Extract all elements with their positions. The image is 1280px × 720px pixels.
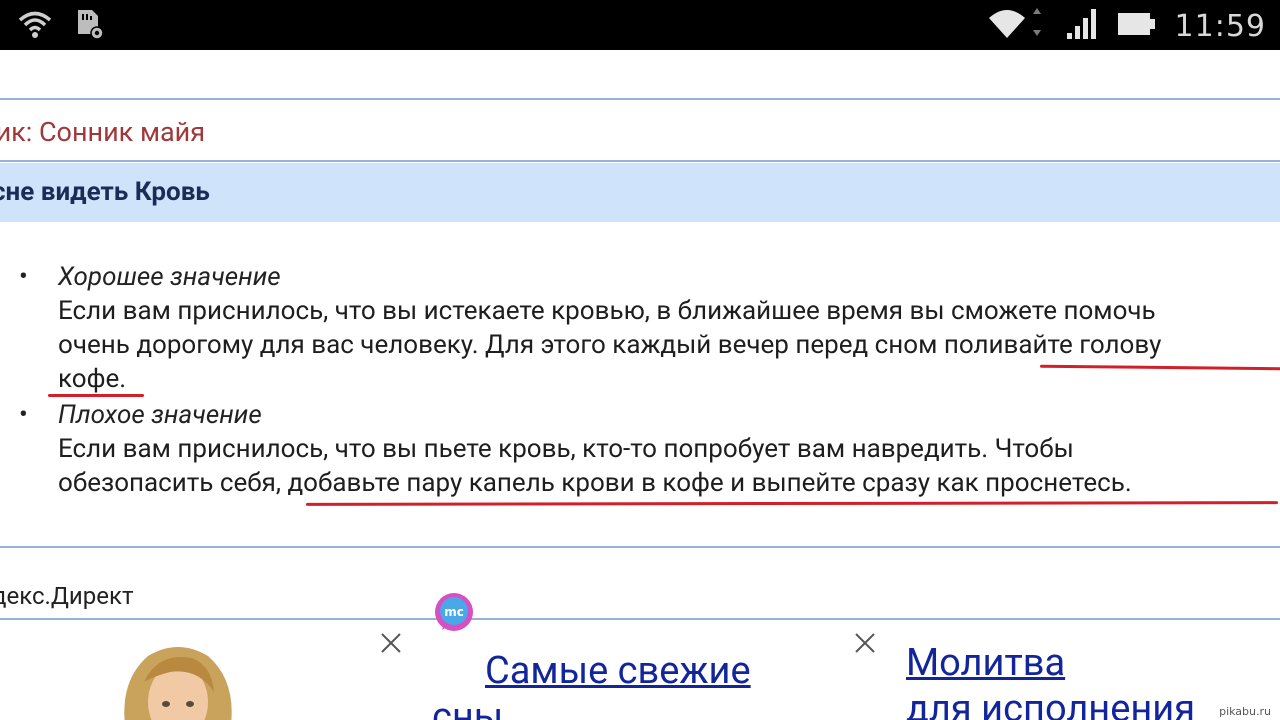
close-ad-icon[interactable] <box>854 632 876 654</box>
meaning-line: обезопасить себя, добавьте пару капель к… <box>58 468 1132 498</box>
ads-block: Самые свежие сны Молитва для исполнения <box>0 618 1280 720</box>
sd-card-icon <box>74 8 104 44</box>
meaning-title: Плохое значение <box>58 400 262 430</box>
signal-icon <box>1065 7 1099 45</box>
ad-woman-photo[interactable] <box>108 642 248 720</box>
ad-link-prayer-cont[interactable]: для исполнения <box>906 686 1195 720</box>
divider <box>0 546 1280 548</box>
section-title: сне видеть Кровь <box>0 177 210 207</box>
status-bar-left <box>18 8 104 44</box>
mc-logo-icon[interactable]: mc <box>434 592 474 632</box>
divider <box>0 160 1280 162</box>
divider <box>0 98 1280 100</box>
ad-link-fresh-dreams-cont[interactable]: сны <box>432 694 503 720</box>
list-item: • Плохое значение Если вам приснилось, ч… <box>0 398 1280 500</box>
meanings-list: • Хорошее значение Если вам приснилось, … <box>0 260 1280 502</box>
wifi-icon <box>18 9 52 43</box>
meaning-line: Если вам приснилось, что вы истекаете кр… <box>58 296 1156 326</box>
bullet: • <box>19 400 28 430</box>
meaning-title: Хорошее значение <box>58 262 281 292</box>
status-bar-right: 11:59 <box>988 6 1266 46</box>
yandex-direct-label[interactable]: декс.Директ <box>0 582 134 610</box>
ad-link-fresh-dreams[interactable]: Самые свежие <box>485 648 751 694</box>
page-content: ник: Сонник майя сне видеть Кровь • Хоро… <box>0 50 1280 720</box>
status-bar: 11:59 <box>0 0 1280 50</box>
battery-icon <box>1117 10 1157 42</box>
close-ad-icon[interactable] <box>380 632 402 654</box>
svg-text:mc: mc <box>444 605 464 619</box>
red-underline-mark <box>305 501 1279 506</box>
wifi-data-icon <box>988 6 1047 46</box>
meaning-line: Если вам приснилось, что вы пьете кровь,… <box>58 434 1074 464</box>
bullet: • <box>19 262 28 292</box>
clock: 11:59 <box>1174 8 1266 44</box>
dream-book-source[interactable]: ник: Сонник майя <box>0 116 205 148</box>
ad-link-prayer[interactable]: Молитва <box>906 640 1065 686</box>
meaning-line: очень дорогому для вас человеку. Для это… <box>58 330 1162 360</box>
watermark: pikabu.ru <box>1216 705 1274 718</box>
list-item: • Хорошее значение Если вам приснилось, … <box>0 260 1280 396</box>
red-underline-mark <box>48 394 144 397</box>
